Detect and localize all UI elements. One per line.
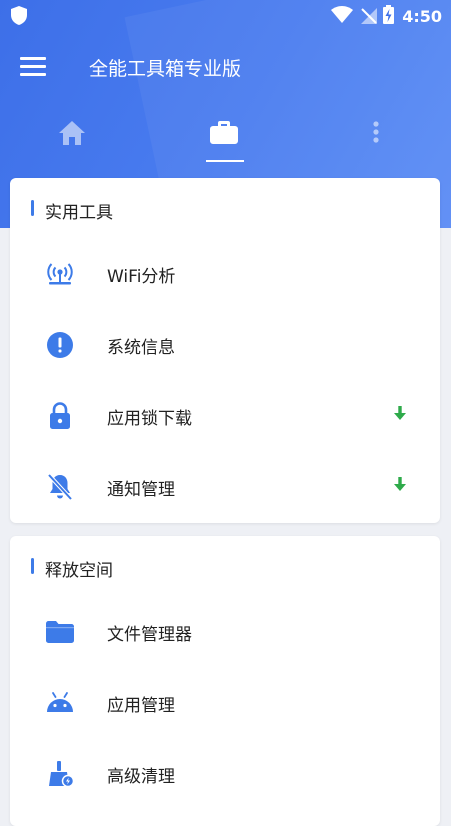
shield-icon <box>11 6 27 29</box>
list-item-label: 文件管理器 <box>107 625 192 645</box>
section-header: 实用工具 <box>10 178 440 238</box>
tab-home[interactable] <box>42 104 102 162</box>
lock-icon <box>46 402 74 430</box>
tab-bar <box>0 104 451 164</box>
list-item-label: 高级清理 <box>107 767 175 787</box>
folder-icon <box>46 618 74 646</box>
more-vertical-icon <box>372 120 380 162</box>
download-arrow-icon <box>394 476 406 495</box>
app-bar: 全能工具箱专业版 <box>0 30 451 104</box>
broom-icon <box>46 760 74 788</box>
wifi-signal-icon <box>331 6 354 27</box>
section-accent-bar <box>31 200 34 216</box>
section-header: 释放空间 <box>10 536 440 596</box>
notifications-off-icon <box>46 473 74 501</box>
alert-circle-icon <box>46 331 74 359</box>
home-icon <box>58 120 86 162</box>
list-item-app-lock-download[interactable]: 应用锁下载 <box>10 380 440 451</box>
menu-icon-line <box>20 65 46 68</box>
list-item-system-info[interactable]: 系统信息 <box>10 309 440 380</box>
tab-tools[interactable] <box>194 104 254 162</box>
section-card-free-space: 释放空间 文件管理器 应用管理 高级清理 <box>10 536 440 826</box>
menu-icon <box>20 57 46 60</box>
app-title: 全能工具箱专业版 <box>89 58 242 80</box>
menu-button[interactable] <box>20 57 46 79</box>
status-time: 4:50 <box>402 7 442 26</box>
list-item-label: 应用锁下载 <box>107 409 192 429</box>
tab-more[interactable] <box>346 104 406 162</box>
tab-indicator <box>206 160 244 162</box>
briefcase-icon <box>210 120 238 162</box>
android-icon <box>46 689 74 717</box>
download-arrow-icon <box>394 405 406 424</box>
list-item-app-management[interactable]: 应用管理 <box>10 667 440 738</box>
battery-charging-icon <box>383 5 395 28</box>
status-bar: 4:50 <box>0 0 451 30</box>
section-title: 释放空间 <box>45 561 113 581</box>
list-item-wifi-analysis[interactable]: WiFi分析 <box>10 238 440 309</box>
list-item-label: 通知管理 <box>107 480 175 500</box>
section-accent-bar <box>31 558 34 574</box>
list-item-notification-management[interactable]: 通知管理 <box>10 451 440 522</box>
list-item-label: WiFi分析 <box>107 267 176 287</box>
no-sim-icon <box>359 6 378 28</box>
list-item-advanced-cleanup[interactable]: 高级清理 <box>10 738 440 809</box>
section-card-utilities: 实用工具 WiFi分析 系统信息 应用锁下载 通知管理 <box>10 178 440 523</box>
wifi-router-icon <box>46 260 74 288</box>
list-item-file-manager[interactable]: 文件管理器 <box>10 596 440 667</box>
section-title: 实用工具 <box>45 203 113 223</box>
list-item-label: 应用管理 <box>107 696 175 716</box>
menu-icon-line <box>20 73 46 76</box>
list-item-label: 系统信息 <box>107 338 175 358</box>
